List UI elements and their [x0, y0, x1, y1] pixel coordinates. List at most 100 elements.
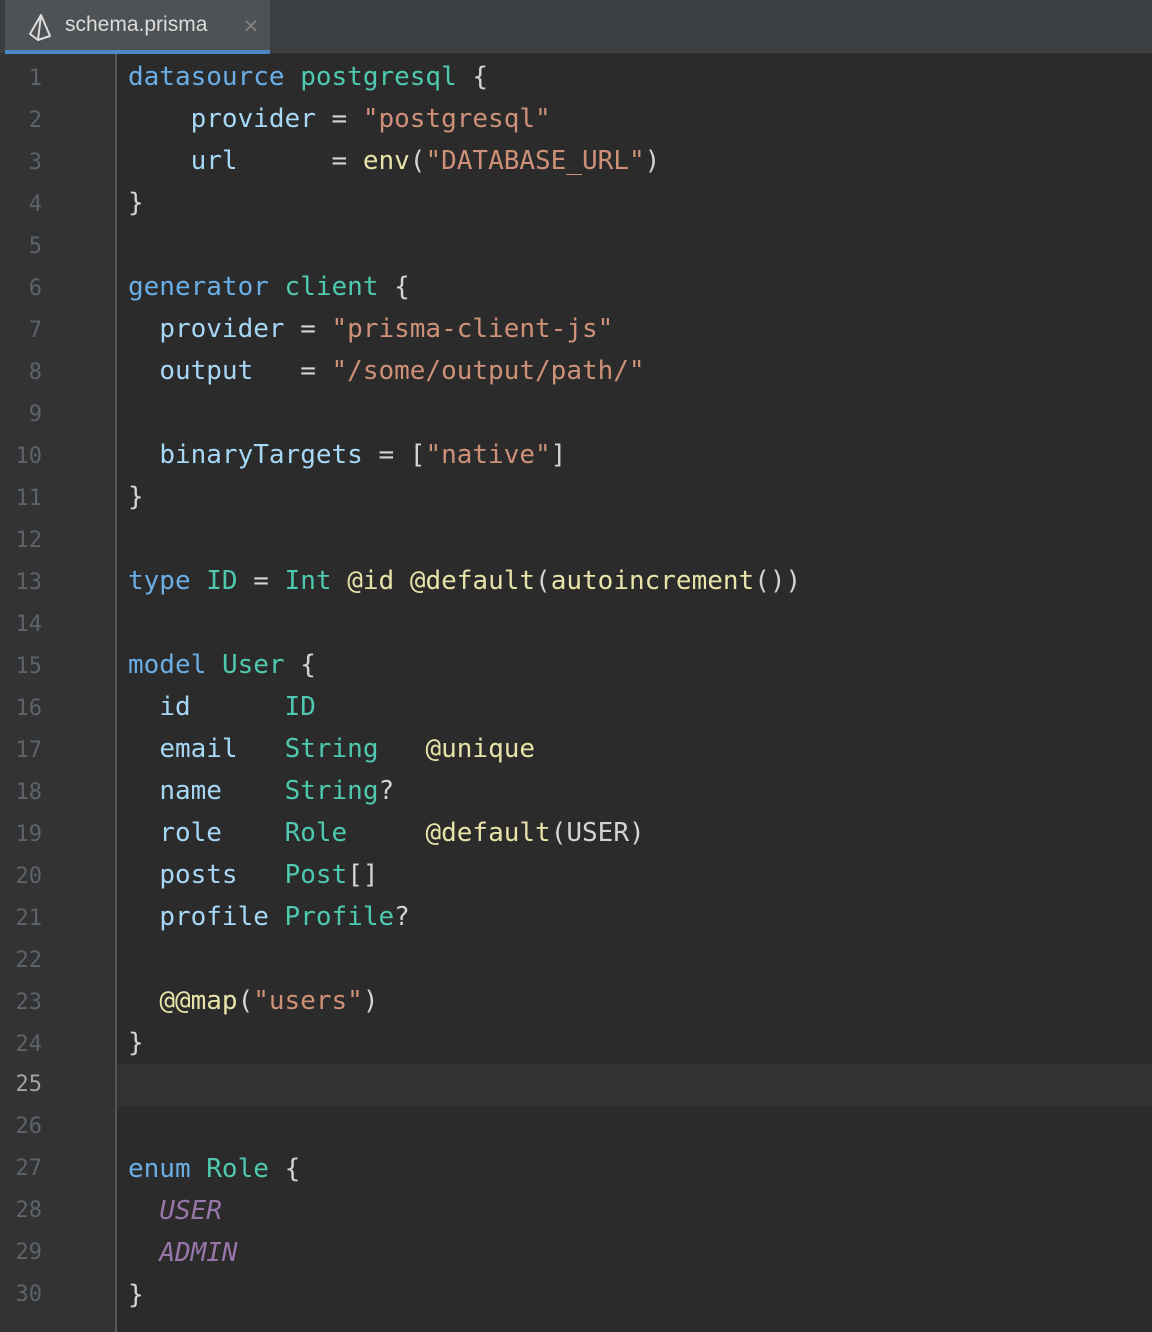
line-number: 26	[15, 1114, 43, 1139]
line-number: 20	[15, 864, 43, 889]
code-line-4[interactable]: }	[128, 182, 144, 224]
string-token: "postgresql"	[362, 104, 551, 134]
line-number-current: 25	[15, 1072, 43, 1097]
field-token: binaryTargets	[159, 440, 363, 470]
attribute-token: @default	[425, 818, 551, 848]
code-line-6[interactable]: generator client {	[128, 266, 410, 308]
code-line-30[interactable]: }	[128, 1274, 144, 1316]
attribute-token: @unique	[425, 734, 536, 764]
line-number: 9	[28, 402, 42, 427]
code-line-13[interactable]: type ID = Int @id @default(autoincrement…	[128, 560, 801, 602]
code-line-20[interactable]: posts Post[]	[128, 854, 379, 896]
bracket-token: ]	[550, 440, 567, 470]
code-line-17[interactable]: email String @unique	[128, 728, 535, 770]
field-token: provider	[190, 104, 316, 134]
field-token: url	[190, 146, 238, 176]
type-token: Role	[284, 818, 348, 848]
argument-token: USER	[566, 818, 629, 848]
function-token: autoincrement	[550, 566, 755, 596]
code-line-10[interactable]: binaryTargets = ["native"]	[128, 434, 566, 476]
modifier-token: []	[347, 860, 379, 890]
string-token: "/some/output/path/"	[331, 356, 645, 386]
line-number: 17	[15, 738, 43, 763]
code-line-7[interactable]: provider = "prisma-client-js"	[128, 308, 613, 350]
type-name-token: client	[284, 272, 379, 302]
string-token: "prisma-client-js"	[331, 314, 614, 344]
line-number: 10	[15, 444, 43, 469]
enum-value-token: USER	[159, 1196, 222, 1226]
line-number: 8	[28, 360, 42, 385]
keyword-token: type	[128, 566, 191, 596]
paren-token: ()	[754, 566, 786, 596]
code-line-18[interactable]: name String?	[128, 770, 394, 812]
string-token: "users"	[253, 986, 363, 1016]
code-line-3[interactable]: url = env("DATABASE_URL")	[128, 140, 661, 182]
keyword-token: generator	[128, 272, 269, 302]
line-number: 7	[28, 318, 42, 343]
editor-tab-bar: schema.prisma ✕	[0, 0, 1152, 54]
code-line-19[interactable]: role Role @default(USER)	[128, 812, 645, 854]
keyword-token: datasource	[128, 62, 285, 92]
code-line-15[interactable]: model User {	[128, 644, 316, 686]
field-token: posts	[159, 860, 238, 890]
line-number: 11	[15, 486, 43, 511]
current-line-highlight	[117, 1064, 1152, 1106]
field-token: role	[159, 818, 222, 848]
paren-token: (	[550, 818, 567, 848]
tab-schema-prisma[interactable]: schema.prisma ✕	[5, 0, 270, 54]
line-number: 23	[15, 990, 43, 1015]
code-line-28[interactable]: USER	[128, 1190, 222, 1232]
paren-token: )	[628, 818, 645, 848]
operator-token: =	[300, 356, 316, 386]
type-token: Int	[284, 566, 332, 596]
operator-token: =	[378, 440, 395, 470]
keyword-token: enum	[128, 1154, 191, 1184]
code-line-16[interactable]: id ID	[128, 686, 316, 728]
type-token: String	[284, 734, 379, 764]
line-number: 18	[15, 780, 43, 805]
keyword-token: model	[128, 650, 207, 680]
operator-token: =	[300, 314, 316, 344]
field-token: output	[159, 356, 254, 386]
brace-token: }	[128, 188, 144, 218]
type-name-token: ID	[206, 566, 238, 596]
brace-token: {	[300, 650, 316, 680]
line-number: 14	[15, 612, 43, 637]
modifier-token: ?	[378, 776, 395, 806]
code-line-23[interactable]: @@map("users")	[128, 980, 378, 1022]
line-number: 29	[15, 1240, 43, 1265]
code-line-11[interactable]: }	[128, 476, 144, 518]
code-line-1[interactable]: datasource postgresql {	[128, 56, 488, 98]
field-token: profile	[159, 902, 269, 932]
function-token: env	[362, 146, 410, 176]
code-line-27[interactable]: enum Role {	[128, 1148, 300, 1190]
line-number: 30	[15, 1282, 43, 1307]
operator-token: =	[253, 566, 269, 596]
brace-token: {	[472, 62, 489, 92]
attribute-token: @default	[409, 566, 536, 596]
line-number: 12	[15, 528, 43, 553]
brace-token: }	[128, 1028, 144, 1058]
line-number: 21	[15, 906, 43, 931]
brace-token: }	[128, 482, 144, 512]
type-token: Post	[284, 860, 348, 890]
attribute-token: @id	[347, 566, 395, 596]
line-number: 24	[15, 1032, 43, 1057]
field-token: id	[159, 692, 191, 722]
enum-value-token: ADMIN	[159, 1238, 238, 1268]
type-name-token: User	[221, 650, 285, 680]
close-icon[interactable]: ✕	[240, 14, 262, 38]
code-editor[interactable]: 1 2 3 4 5 6 7 8 9 10 11 12 13 14 15 16 1…	[0, 54, 1152, 1332]
prisma-icon	[29, 14, 51, 41]
brace-token: }	[128, 1280, 144, 1310]
line-number: 27	[15, 1156, 43, 1181]
code-line-2[interactable]: provider = "postgresql"	[128, 98, 551, 140]
line-number: 15	[15, 654, 43, 679]
code-line-24[interactable]: }	[128, 1022, 144, 1064]
code-line-29[interactable]: ADMIN	[128, 1232, 238, 1274]
code-line-21[interactable]: profile Profile?	[128, 896, 410, 938]
operator-token: =	[331, 104, 348, 134]
modifier-token: ?	[394, 902, 410, 932]
line-number: 4	[28, 192, 42, 217]
code-line-8[interactable]: output = "/some/output/path/"	[128, 350, 645, 392]
